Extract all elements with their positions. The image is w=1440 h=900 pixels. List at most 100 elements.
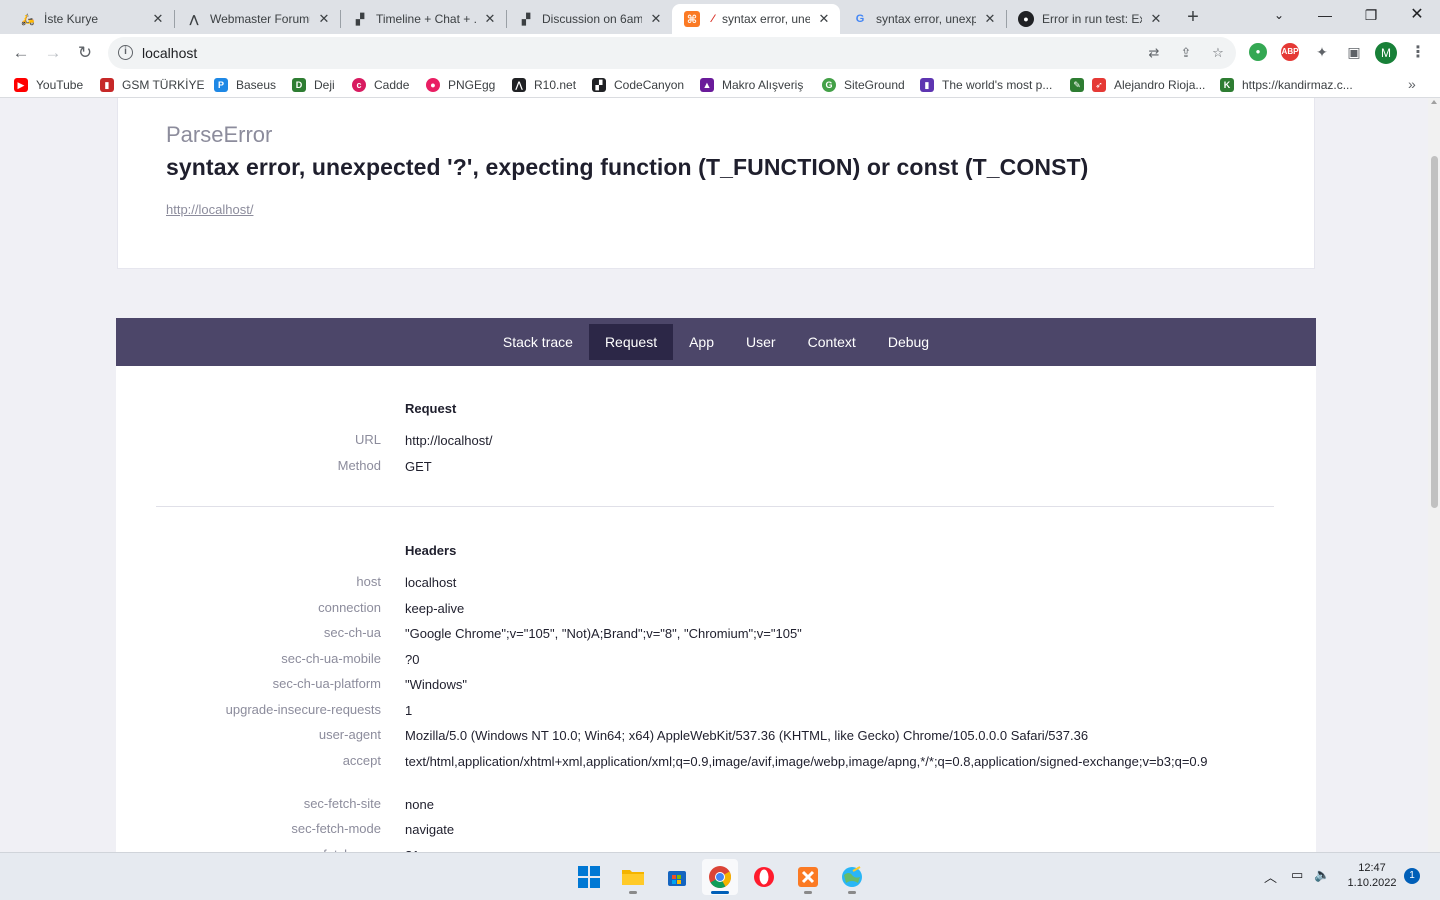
- bookmark-label: The world's most p...: [942, 78, 1053, 92]
- bookmark-leaf[interactable]: ✎: [1070, 76, 1092, 94]
- bookmark-r10[interactable]: ⋀ R10.net: [512, 76, 576, 94]
- volume-icon[interactable]: 🔈: [1314, 867, 1330, 883]
- adblock-icon[interactable]: ABP: [1281, 43, 1299, 61]
- close-icon[interactable]: ✕: [316, 11, 332, 27]
- taskbar-store[interactable]: [659, 859, 695, 895]
- taskbar-chrome[interactable]: [702, 859, 738, 895]
- header-value: Mozilla/5.0 (Windows NT 10.0; Win64; x64…: [405, 728, 1089, 743]
- tab-user[interactable]: User: [730, 324, 792, 360]
- address-url[interactable]: localhost: [142, 45, 197, 61]
- bookmark-siteground[interactable]: G SiteGround: [822, 76, 905, 94]
- error-url-link[interactable]: http://localhost/: [166, 202, 253, 217]
- tab-context[interactable]: Context: [792, 324, 872, 360]
- bookmark-pngegg[interactable]: ● PNGEgg: [426, 76, 495, 94]
- bookmark-label: R10.net: [534, 78, 577, 92]
- header-value: 1: [405, 703, 413, 718]
- bookmark-codecanyon[interactable]: ▞ CodeCanyon: [592, 76, 684, 94]
- site-info-icon[interactable]: i: [118, 45, 133, 60]
- browser-menu-icon[interactable]: ⋮: [1410, 42, 1426, 64]
- bookmark-label: GSM TÜRKİYE: [122, 78, 205, 92]
- exception-class: ParseError: [166, 122, 273, 147]
- r10-icon: ⋀: [512, 78, 526, 92]
- page-viewport: ParseError syntax error, unexpected '?',…: [0, 98, 1440, 852]
- translate-icon[interactable]: ⇄: [1146, 45, 1162, 61]
- bookmark-makro[interactable]: ▲ Makro Alışveriş: [700, 76, 803, 94]
- bookmark-alejandro[interactable]: ➶ Alejandro Rioja...: [1092, 76, 1205, 94]
- tab-webmaster-forumu[interactable]: ⋀ Webmaster Forumu ✕: [174, 4, 340, 34]
- bookmark-youtube[interactable]: ▶ YouTube: [14, 76, 83, 94]
- header-value: navigate: [405, 822, 455, 837]
- bookmark-label: Alejandro Rioja...: [1114, 78, 1206, 92]
- tab-syntax-error-active[interactable]: ⌘ ⁄ syntax error, une... ✕: [672, 4, 840, 34]
- close-icon[interactable]: ✕: [648, 11, 664, 27]
- tab-app[interactable]: App: [673, 324, 730, 360]
- tab-title: Discussion on 6aml...: [542, 12, 642, 26]
- bookmark-baseus[interactable]: P Baseus: [214, 76, 276, 94]
- bookmark-star-icon[interactable]: ☆: [1210, 45, 1226, 61]
- start-button[interactable]: [571, 859, 607, 895]
- browser-toolbar: ← → ↻ i localhost ⇄ ⇪ ☆ ● ABP ✦ ▣ M ⋮: [0, 34, 1440, 72]
- tab-debug[interactable]: Debug: [872, 324, 945, 360]
- header-value: keep-alive: [405, 601, 465, 616]
- bookmark-label: Deji: [314, 78, 335, 92]
- tab-github-error[interactable]: ● Error in run test: Ex... ✕: [1006, 4, 1172, 34]
- github-icon: ●: [1018, 11, 1034, 27]
- address-bar[interactable]: i localhost ⇄ ⇪ ☆: [108, 37, 1236, 69]
- close-icon[interactable]: ✕: [482, 11, 498, 27]
- close-icon[interactable]: ✕: [150, 11, 166, 27]
- close-icon[interactable]: ✕: [1148, 11, 1164, 27]
- tab-stack-trace[interactable]: Stack trace: [487, 324, 589, 360]
- forum-icon: ⋀: [189, 13, 199, 26]
- back-icon[interactable]: ←: [8, 40, 34, 66]
- details-panel: Stack trace Request App User Context Deb…: [116, 318, 1316, 852]
- taskbar-tool[interactable]: [834, 859, 870, 895]
- tab-request[interactable]: Request: [588, 324, 674, 360]
- bookmark-cadde[interactable]: c Cadde: [352, 76, 409, 94]
- codecanyon-icon: ▞: [521, 13, 531, 26]
- pngegg-icon: ●: [426, 78, 440, 92]
- close-icon[interactable]: ✕: [982, 11, 998, 27]
- taskbar-file-explorer[interactable]: [615, 859, 651, 895]
- new-tab-button[interactable]: +: [1180, 6, 1206, 30]
- tab-iste-kurye[interactable]: 🛵 İste Kurye ✕: [8, 4, 174, 34]
- header-key: connection: [318, 600, 381, 615]
- notification-badge[interactable]: 1: [1404, 868, 1420, 884]
- page-scrollbar[interactable]: [1428, 98, 1440, 852]
- request-key: Method: [337, 458, 381, 473]
- restore-button[interactable]: ❐: [1348, 0, 1394, 30]
- minimize-button[interactable]: —: [1302, 0, 1348, 30]
- extensions-puzzle-icon[interactable]: ✦: [1313, 43, 1331, 61]
- network-icon[interactable]: ▭: [1291, 867, 1303, 883]
- codecanyon-icon: ▞: [355, 13, 365, 26]
- tab-search-icon[interactable]: ⌄: [1256, 0, 1302, 30]
- scroll-up-arrow-icon[interactable]: [1431, 100, 1437, 104]
- baseus-icon: P: [214, 78, 228, 92]
- chevron-double-right-icon[interactable]: »: [1408, 76, 1416, 92]
- bookmark-label: SiteGround: [844, 78, 905, 92]
- tab-timeline-chat[interactable]: ▞ Timeline + Chat + ... ✕: [340, 4, 506, 34]
- scrollbar-thumb[interactable]: [1431, 156, 1438, 508]
- header-key: accept: [342, 753, 381, 768]
- bookmark-kandirmaz[interactable]: Khttps://kandirmaz.c...: [1220, 76, 1353, 94]
- cadde-icon: c: [352, 78, 366, 92]
- bookmark-deji[interactable]: D Deji: [292, 76, 335, 94]
- reload-icon[interactable]: ↻: [72, 40, 98, 66]
- chevron-up-icon[interactable]: ︿: [1264, 867, 1277, 886]
- extension-globe-icon[interactable]: ●: [1249, 43, 1267, 61]
- bookmark-gsm-turkiye[interactable]: ▮ GSM TÜRKİYE: [100, 76, 204, 94]
- tab-discussion[interactable]: ▞ Discussion on 6aml... ✕: [506, 4, 672, 34]
- close-icon[interactable]: ✕: [816, 11, 832, 27]
- header-value: localhost: [405, 575, 457, 590]
- tab-google-search[interactable]: G syntax error, unexp... ✕: [840, 4, 1006, 34]
- profile-avatar[interactable]: M: [1375, 42, 1397, 64]
- forward-icon[interactable]: →: [40, 40, 66, 66]
- taskbar-opera[interactable]: [746, 859, 782, 895]
- running-indicator: [804, 891, 812, 894]
- window-close-button[interactable]: ✕: [1394, 0, 1440, 30]
- share-icon[interactable]: ⇪: [1178, 45, 1194, 61]
- taskbar-clock[interactable]: 12:47 1.10.2022: [1346, 861, 1398, 891]
- side-panel-icon[interactable]: ▣: [1345, 43, 1363, 61]
- taskbar-xampp[interactable]: [790, 859, 826, 895]
- bookmark-worlds-most[interactable]: ▮ The world's most p...: [920, 76, 1052, 94]
- google-icon: G: [855, 13, 865, 25]
